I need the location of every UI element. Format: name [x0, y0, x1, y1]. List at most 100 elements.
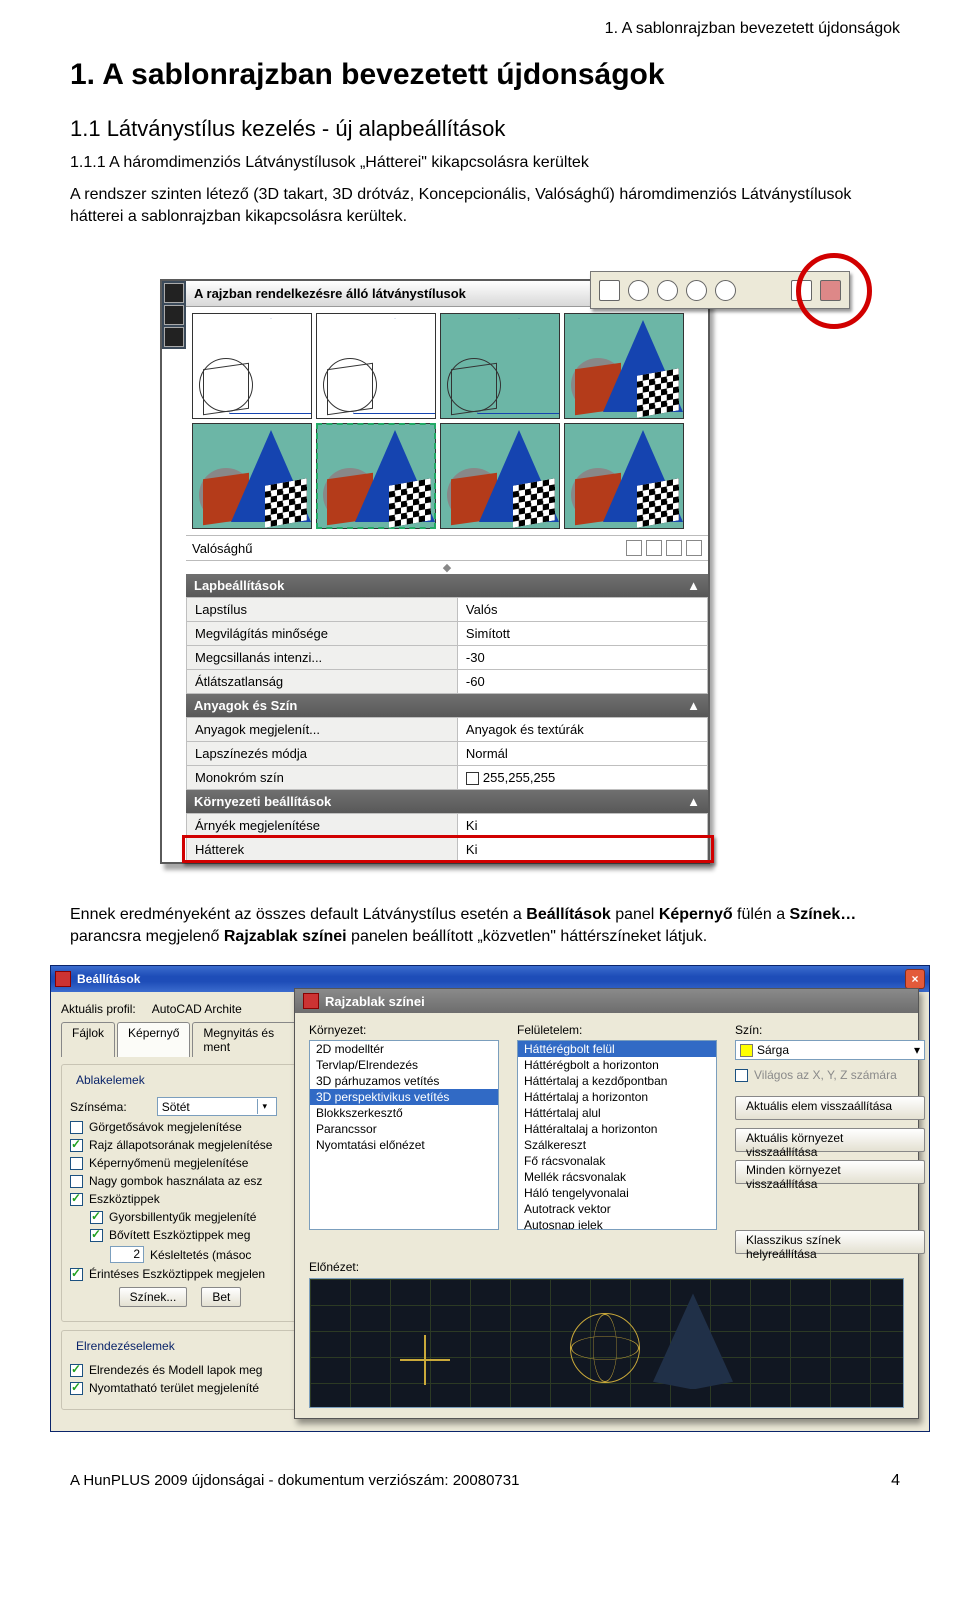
restore-classic-button[interactable]: Klasszikus színek helyreállítása [735, 1230, 925, 1254]
prop-label: Megcsillanás intenzi... [187, 646, 458, 670]
element-list[interactable]: Háttérégbolt felülHáttérégbolt a horizon… [517, 1040, 717, 1230]
list-item[interactable]: Háló tengelyvonalai [518, 1185, 716, 1201]
visual-styles-panel: A rajzban rendelkezésre álló látványstíl… [160, 279, 710, 864]
style-thumb[interactable] [316, 313, 436, 419]
tab-files[interactable]: Fájlok [61, 1022, 115, 1057]
group-legend: Ablakelemek [72, 1073, 149, 1087]
fonts-button[interactable]: Bet [201, 1287, 241, 1307]
tab-open-save[interactable]: Megnyitás és ment [192, 1022, 299, 1057]
toolbar-icon[interactable] [599, 280, 620, 301]
list-item[interactable]: Mellék rácsvonalak [518, 1169, 716, 1185]
section-header[interactable]: Anyagok és Szín▲ [186, 694, 708, 717]
list-item[interactable]: Parancssor [310, 1121, 498, 1137]
prop-value[interactable]: Ki [457, 814, 707, 838]
list-item[interactable]: Fő rácsvonalak [518, 1153, 716, 1169]
list-item[interactable]: Háttértalaj a horizonton [518, 1089, 716, 1105]
checkbox[interactable] [70, 1268, 83, 1281]
pin-icon[interactable] [164, 305, 184, 325]
menu-icon[interactable] [164, 327, 184, 347]
tab-display[interactable]: Képernyő [117, 1022, 190, 1057]
toolbar-icon[interactable] [657, 280, 678, 301]
checkbox-label: Elrendezés és Modell lapok meg [89, 1363, 262, 1377]
checkbox-label: Görgetősávok megjelenítése [89, 1120, 242, 1134]
style-name-dropdown[interactable]: Valósághű [186, 535, 708, 561]
list-item[interactable]: Háttérégbolt felül [518, 1041, 716, 1057]
prop-value[interactable]: Valós [457, 598, 707, 622]
list-item[interactable]: Blokkszerkesztő [310, 1105, 498, 1121]
titlebar[interactable]: Rajzablak színei [295, 989, 918, 1013]
checkbox[interactable] [70, 1193, 83, 1206]
delay-input[interactable]: 2 [110, 1246, 144, 1263]
checkbox-label: Nagy gombok használata az esz [89, 1174, 262, 1188]
style-thumb[interactable] [564, 313, 684, 419]
list-item[interactable]: Háttérégbolt a horizonton [518, 1057, 716, 1073]
list-item[interactable]: Háttéraltalaj a horizonton [518, 1121, 716, 1137]
color-combo[interactable]: Sárga▾ [735, 1040, 925, 1060]
color-swatch-icon [740, 1044, 753, 1057]
close-icon[interactable] [164, 283, 184, 303]
style-thumb[interactable] [440, 423, 560, 529]
restore-context-button[interactable]: Aktuális környezet visszaállítása [735, 1128, 925, 1152]
prop-value[interactable]: Simított [457, 622, 707, 646]
style-thumb[interactable] [192, 423, 312, 529]
screenshot-options-dialog: Beállítások × Aktuális profil: AutoCAD A… [50, 965, 930, 1432]
list-item[interactable]: Tervlap/Elrendezés [310, 1057, 498, 1073]
checkbox-label: Gyorsbillentyűk megjeleníté [109, 1210, 256, 1224]
section-header[interactable]: Lapbeállítások▲ [186, 574, 708, 597]
checkbox[interactable] [70, 1139, 83, 1152]
prop-value[interactable]: -30 [457, 646, 707, 670]
list-item[interactable]: Autosnap jelek [518, 1217, 716, 1230]
toolbar-icon[interactable] [715, 280, 736, 301]
label: Késleltetés (másoc [150, 1248, 251, 1262]
prop-value[interactable]: Anyagok és textúrák [457, 718, 707, 742]
toolbar-icon[interactable] [686, 280, 707, 301]
list-item[interactable]: Háttértalaj alul [518, 1105, 716, 1121]
toolbar-icon[interactable] [628, 280, 649, 301]
list-item[interactable]: Háttértalaj a kezdőpontban [518, 1073, 716, 1089]
panel-side-header[interactable] [162, 281, 186, 349]
checkbox[interactable] [70, 1364, 83, 1377]
checkbox[interactable] [70, 1157, 83, 1170]
tool-icon[interactable] [666, 540, 682, 556]
tool-icon[interactable] [686, 540, 702, 556]
list-item[interactable]: Szálkereszt [518, 1137, 716, 1153]
style-thumb[interactable] [192, 313, 312, 419]
properties-table: LapstílusValós Megvilágítás minőségeSimí… [186, 597, 708, 694]
checkbox[interactable] [70, 1175, 83, 1188]
prop-value[interactable]: 255,255,255 [457, 766, 707, 790]
close-button[interactable]: × [905, 969, 925, 989]
label: Környezet: [309, 1023, 499, 1037]
colors-button[interactable]: Színek... [119, 1287, 188, 1307]
preview-sphere-icon [570, 1313, 640, 1383]
prop-label: Lapszínezés módja [187, 742, 458, 766]
label: Előnézet: [295, 1260, 918, 1274]
section-header[interactable]: Környezeti beállítások▲ [186, 790, 708, 813]
list-item[interactable]: Nyomtatási előnézet [310, 1137, 498, 1153]
list-item[interactable]: Autotrack vektor [518, 1201, 716, 1217]
list-item[interactable]: 3D perspektivikus vetítés [310, 1089, 498, 1105]
intro-paragraph: A rendszer szinten létező (3D takart, 3D… [70, 184, 900, 227]
checkbox[interactable] [70, 1121, 83, 1134]
list-item[interactable]: 2D modelltér [310, 1041, 498, 1057]
tool-icon[interactable] [646, 540, 662, 556]
heading-3: 1.1.1 A háromdimenziós Látványstílusok „… [70, 154, 900, 172]
checkbox[interactable] [90, 1229, 103, 1242]
prop-value[interactable]: -60 [457, 670, 707, 694]
tool-icon[interactable] [626, 540, 642, 556]
annotation-circle [796, 253, 872, 329]
restore-element-button[interactable]: Aktuális elem visszaállítása [735, 1096, 925, 1120]
context-list[interactable]: 2D modelltérTervlap/Elrendezés3D párhuza… [309, 1040, 499, 1230]
list-item[interactable]: 3D párhuzamos vetítés [310, 1073, 498, 1089]
style-thumb[interactable] [316, 423, 436, 529]
prop-value[interactable]: Normál [457, 742, 707, 766]
checkbox-label: Eszköztippek [89, 1192, 160, 1206]
restore-all-button[interactable]: Minden környezet visszaállítása [735, 1160, 925, 1184]
checkbox[interactable] [70, 1382, 83, 1395]
checkbox[interactable] [90, 1211, 103, 1224]
checkbox-label: Nyomtatható terület megjeleníté [89, 1381, 259, 1395]
style-thumb[interactable] [564, 423, 684, 529]
prop-label: Megvilágítás minősége [187, 622, 458, 646]
options-window: Beállítások × Aktuális profil: AutoCAD A… [50, 965, 930, 1432]
style-thumb[interactable] [440, 313, 560, 419]
color-scheme-combo[interactable]: Sötét▾ [157, 1097, 277, 1116]
